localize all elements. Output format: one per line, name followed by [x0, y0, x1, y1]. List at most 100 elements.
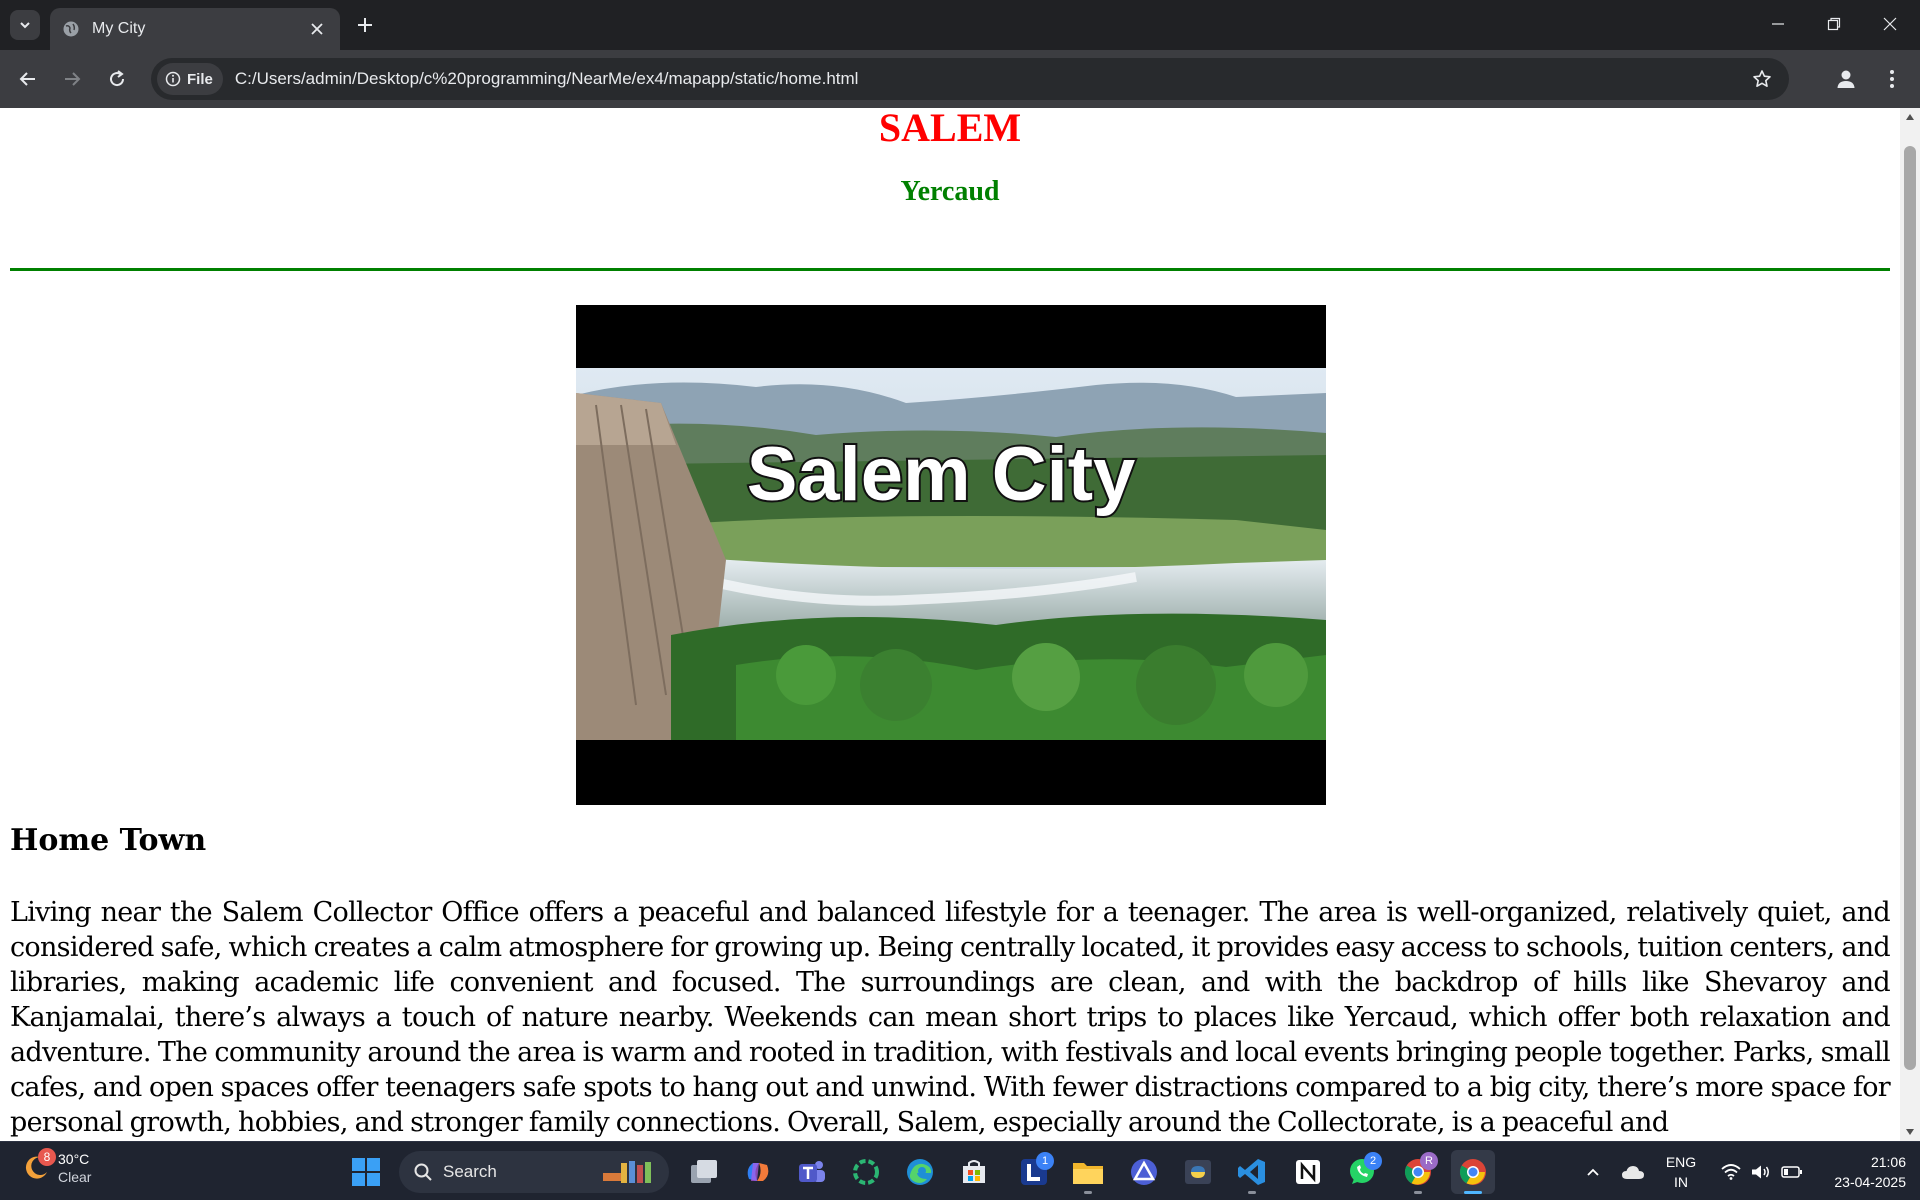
chrome-active-button[interactable]: [1451, 1150, 1495, 1194]
site-info-chip[interactable]: File: [157, 63, 223, 95]
weather-condition: Clear: [58, 1169, 92, 1185]
folder-icon: [1073, 1163, 1103, 1184]
show-hidden-icons-button[interactable]: [1580, 1142, 1606, 1200]
lens-app-button[interactable]: 1: [1012, 1150, 1056, 1194]
tab-title: My City: [92, 20, 146, 37]
search-label: Search: [443, 1162, 497, 1181]
page-subtitle: Yercaud: [900, 176, 1000, 207]
browser-tab-strip: My City: [0, 0, 1920, 50]
dev-app-button[interactable]: [1122, 1150, 1166, 1194]
page-title: SALEM: [878, 108, 1022, 150]
start-button[interactable]: [344, 1150, 388, 1194]
whatsapp-button[interactable]: 2: [1340, 1150, 1384, 1194]
active-indicator: [1464, 1191, 1482, 1194]
search-icon: [414, 1163, 432, 1181]
browser-menu-button[interactable]: [1878, 63, 1906, 95]
weather-temperature: 30°C: [58, 1151, 90, 1167]
weather-widget[interactable]: 8 30°C Clear: [22, 1148, 92, 1186]
vscode-button[interactable]: [1230, 1150, 1274, 1194]
url-text[interactable]: C:/Users/admin/Desktop/c%20programming/N…: [235, 69, 1745, 89]
onedrive-button[interactable]: [1618, 1142, 1648, 1200]
chrome-profile-badge: R: [1420, 1152, 1438, 1170]
close-window-button[interactable]: [1862, 0, 1918, 48]
close-icon: [311, 23, 323, 35]
scroll-up-button[interactable]: [1900, 108, 1920, 126]
ring-icon: [853, 1159, 879, 1185]
restore-button[interactable]: [1806, 0, 1862, 48]
site-info-label: File: [187, 70, 213, 88]
copilot-button[interactable]: [736, 1150, 780, 1194]
task-view-button[interactable]: [682, 1150, 726, 1194]
browser-tab[interactable]: My City: [50, 8, 340, 50]
whatsapp-notification-badge: 2: [1364, 1152, 1382, 1170]
python-app-button[interactable]: [1176, 1150, 1220, 1194]
scroll-down-button[interactable]: [1900, 1123, 1920, 1141]
hero-image: Salem City: [576, 305, 1326, 805]
python-icon: [1185, 1160, 1211, 1184]
back-button[interactable]: [12, 63, 44, 95]
notion-icon: [1296, 1160, 1320, 1184]
chrome-profile-button[interactable]: R: [1396, 1150, 1440, 1194]
chevron-up-icon: [1587, 1168, 1599, 1176]
running-indicator: [1414, 1191, 1422, 1194]
minimize-icon: [1772, 23, 1784, 25]
edge-icon: [907, 1159, 933, 1185]
lens-notification-badge: 1: [1036, 1152, 1054, 1170]
store-button[interactable]: [952, 1150, 996, 1194]
taskbar-search[interactable]: Search: [399, 1151, 669, 1193]
vscode-icon: [1238, 1159, 1265, 1185]
page-body: SALEM Yercaud Salem City Home Town Livin…: [0, 108, 1900, 1141]
tab-search-button[interactable]: [10, 10, 40, 40]
profile-button[interactable]: [1830, 63, 1862, 95]
triangle-down-icon: [1906, 1129, 1914, 1135]
restore-icon: [1827, 17, 1841, 31]
new-tab-button[interactable]: [352, 12, 378, 38]
clock-date: 23-04-2025: [1834, 1174, 1906, 1190]
battery-icon: [1781, 1165, 1802, 1178]
page-viewport: SALEM Yercaud Salem City Home Town Livin…: [0, 108, 1920, 1141]
forward-button[interactable]: [56, 63, 88, 95]
reload-button[interactable]: [101, 63, 133, 95]
person-icon: [1837, 70, 1855, 88]
close-icon: [1883, 17, 1897, 31]
weather-alert-badge: 8: [38, 1148, 56, 1166]
info-icon: [165, 71, 181, 87]
chevron-down-icon: [20, 22, 30, 29]
wifi-icon: [1721, 1163, 1741, 1180]
books-highlight-icon: [603, 1161, 651, 1183]
chrome-icon: [1459, 1159, 1486, 1185]
hero-caption: Salem City: [747, 432, 1136, 517]
more-vertical-icon: [1890, 70, 1894, 88]
cloud-icon: [1622, 1165, 1644, 1179]
reload-icon: [110, 70, 125, 87]
language-code: ENG: [1665, 1154, 1697, 1170]
task-view-icon: [691, 1160, 717, 1183]
system-clock[interactable]: 21:06 23-04-2025: [1810, 1152, 1906, 1192]
volume-icon: [1752, 1165, 1769, 1178]
address-bar[interactable]: File C:/Users/admin/Desktop/c%20programm…: [151, 58, 1789, 100]
edge-button[interactable]: [898, 1150, 942, 1194]
minimize-button[interactable]: [1750, 0, 1806, 48]
plus-icon: [358, 18, 372, 32]
bookmark-button[interactable]: [1745, 62, 1779, 96]
language-indicator[interactable]: ENG IN: [1660, 1152, 1702, 1192]
copilot-icon: [747, 1163, 769, 1181]
tab-close-button[interactable]: [306, 18, 328, 40]
file-explorer-button[interactable]: [1066, 1150, 1110, 1194]
arrow-right-icon: [65, 72, 81, 86]
region-code: IN: [1674, 1174, 1688, 1190]
running-indicator: [1084, 1191, 1092, 1194]
windows-logo-icon: [352, 1158, 380, 1186]
page-scrollbar[interactable]: [1900, 108, 1920, 1141]
horizontal-rule: [10, 268, 1890, 271]
quick-settings-button[interactable]: [1712, 1142, 1812, 1200]
running-indicator: [1248, 1191, 1256, 1194]
app-ring-button[interactable]: [844, 1150, 888, 1194]
teams-icon: [799, 1161, 825, 1182]
store-icon: [963, 1160, 985, 1183]
hometown-paragraph: Living near the Salem Collector Office o…: [10, 897, 1891, 1138]
scrollbar-thumb[interactable]: [1904, 146, 1916, 1070]
taskbar: 8 30°C Clear Search 1 2 R ENG IN 21:06 2…: [0, 1141, 1920, 1200]
notion-button[interactable]: [1286, 1150, 1330, 1194]
teams-button[interactable]: [790, 1150, 834, 1194]
